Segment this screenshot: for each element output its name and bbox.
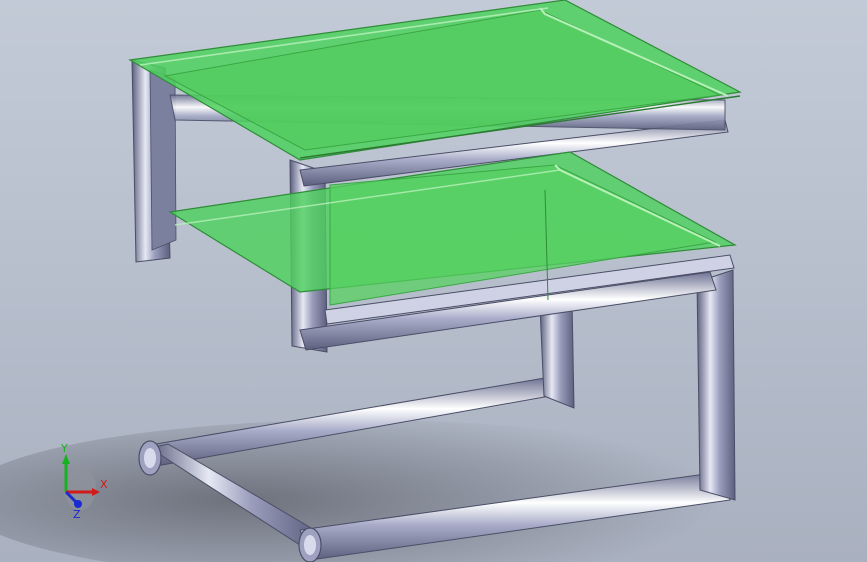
z-axis-label: Z [73,508,81,520]
z-axis-head [74,500,82,508]
graphics-viewport[interactable]: Y X Z [0,0,867,562]
model-view[interactable] [0,0,867,562]
y-axis-label: Y [60,442,68,455]
x-axis-label: X [100,478,108,491]
coordinate-triad: Y X Z [60,442,108,520]
y-axis-head [62,454,70,464]
x-axis-head [92,488,100,496]
